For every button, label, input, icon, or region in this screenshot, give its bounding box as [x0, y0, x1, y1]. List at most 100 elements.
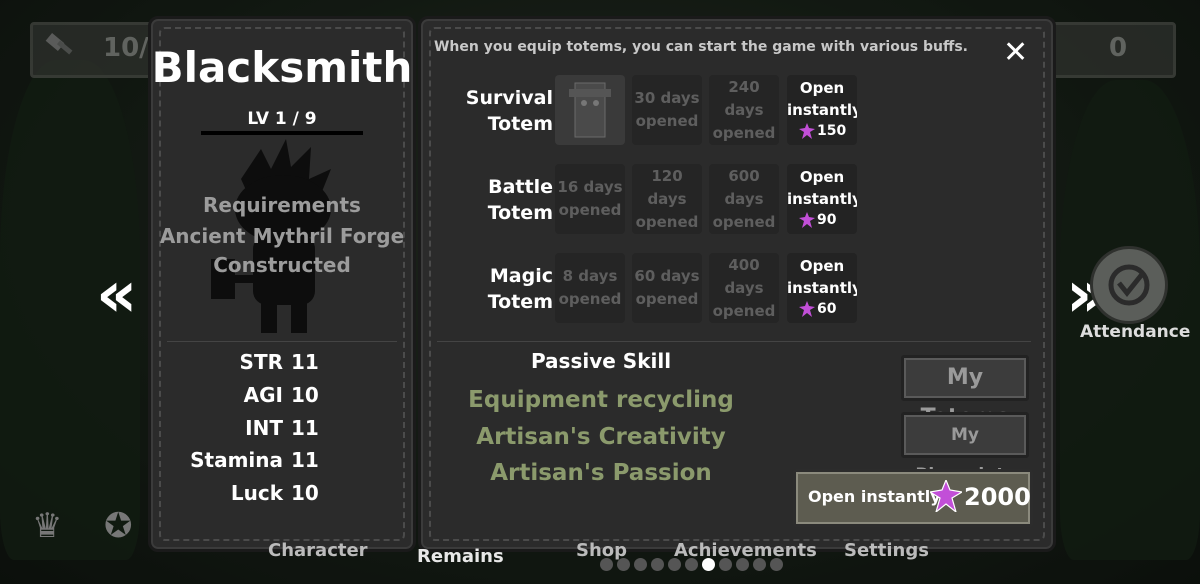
crown-icon[interactable]: ♛: [32, 506, 62, 546]
slot-days: 120 days: [647, 166, 687, 208]
passive-skill-title: Passive Skill: [530, 349, 672, 373]
open-instantly-label: Open instantly: [787, 168, 857, 208]
totem-icon: [569, 82, 611, 138]
slot-days: 600 days: [724, 166, 764, 208]
slot-text: 600 days opened: [709, 164, 779, 234]
totem-name-survival: Survival Totem: [461, 85, 553, 137]
magic-totem-slot-3[interactable]: 400 days opened: [709, 253, 779, 323]
page-dot[interactable]: [702, 558, 715, 571]
slot-text: 400 days opened: [709, 253, 779, 323]
magic-totem-slot-2[interactable]: 60 days opened: [632, 253, 702, 323]
page-dot[interactable]: [736, 558, 749, 571]
totem-description: When you equip totems, you can start the…: [433, 39, 968, 55]
page-indicator: [600, 558, 783, 571]
survival-totem-slot-equipped[interactable]: [555, 75, 625, 145]
page-dot[interactable]: [668, 558, 681, 571]
page-dot[interactable]: [770, 558, 783, 571]
previous-arrow-icon[interactable]: «: [96, 258, 137, 332]
open-instantly-label: Open instantly: [787, 257, 857, 297]
page-dot[interactable]: [685, 558, 698, 571]
slot-text: 240 days opened: [709, 75, 779, 145]
open-price: 60: [799, 301, 836, 317]
totem-panel: When you equip totems, you can start the…: [418, 16, 1056, 552]
totem-name-line2: Totem: [487, 113, 553, 135]
job-info-panel: Blacksmith LV 1 / 9 Requirements Ancient…: [148, 16, 416, 552]
slot-status: opened: [712, 123, 776, 142]
battle-totem-slot-1[interactable]: 16 days opened: [555, 164, 625, 234]
nav-settings[interactable]: Settings: [844, 540, 929, 561]
page-dot[interactable]: [634, 558, 647, 571]
stat-value: 11: [291, 448, 319, 472]
battle-totem-slot-2[interactable]: 120 days opened: [632, 164, 702, 234]
slot-days: 400 days: [724, 255, 764, 297]
totem-name-line1: Survival: [465, 87, 553, 109]
survival-totem-slot-2[interactable]: 30 days opened: [632, 75, 702, 145]
totem-name-battle: Battle Totem: [461, 174, 553, 226]
page-dot[interactable]: [600, 558, 613, 571]
slot-text: 30 days opened: [632, 75, 702, 145]
totem-name-line1: Magic: [489, 265, 553, 287]
stat-value: 10: [291, 383, 319, 407]
gem-icon: [799, 123, 815, 139]
page-dot[interactable]: [651, 558, 664, 571]
badge-icon[interactable]: ✪: [104, 506, 133, 546]
slot-days: 30 days: [634, 89, 700, 107]
survival-open-instantly-button[interactable]: Open instantly 150: [787, 75, 857, 145]
passive-skill-2: Artisan's Creativity: [476, 424, 726, 450]
battle-open-instantly-button[interactable]: Open instantly 90: [787, 164, 857, 234]
open-price-value: 60: [817, 301, 837, 317]
nav-remains[interactable]: Remains: [417, 546, 504, 567]
totem-name-line1: Battle: [488, 176, 553, 198]
passive-skill-1: Equipment recycling: [468, 387, 734, 413]
stat-value: 11: [291, 350, 319, 374]
attendance-check-icon: [1108, 264, 1150, 306]
page-dot[interactable]: [719, 558, 732, 571]
job-level: LV 1 / 9: [201, 109, 363, 135]
slot-days: 16 days: [557, 178, 623, 196]
page-dot[interactable]: [617, 558, 630, 571]
battle-totem-slot-3[interactable]: 600 days opened: [709, 164, 779, 234]
slot-status: opened: [635, 112, 699, 130]
totem-name-magic: Magic Totem: [461, 263, 553, 315]
gem-icon: [930, 480, 962, 512]
open-price: 150: [799, 123, 846, 139]
totem-name-line2: Totem: [487, 202, 553, 224]
open-instantly-label: Open instantly: [787, 79, 857, 119]
slot-status: opened: [635, 290, 699, 308]
stat-value: 11: [291, 416, 319, 440]
stats-divider: [167, 341, 397, 342]
attendance-button[interactable]: [1090, 246, 1168, 324]
slot-status: opened: [712, 212, 776, 231]
requirement-line1: Ancient Mythril Forge: [159, 224, 405, 248]
stat-name: INT: [245, 416, 283, 440]
open-instantly-label: Open instantly: [808, 487, 941, 506]
slot-text: 60 days opened: [632, 253, 702, 323]
magic-open-instantly-button[interactable]: Open instantly 60: [787, 253, 857, 323]
page-dot[interactable]: [753, 558, 766, 571]
close-icon[interactable]: ✕: [1003, 35, 1028, 70]
open-instantly-price: 2000: [964, 483, 1031, 511]
my-blueprints-button[interactable]: My Blueprints: [901, 412, 1029, 485]
open-price: 90: [799, 212, 836, 228]
my-totems-button[interactable]: My Totems: [901, 355, 1029, 430]
requirement-line2: Constructed: [213, 253, 351, 277]
survival-totem-slot-3[interactable]: 240 days opened: [709, 75, 779, 145]
nav-character[interactable]: Character: [268, 540, 368, 561]
slot-text: 8 days opened: [555, 253, 625, 323]
stat-value: 10: [291, 481, 319, 505]
slot-status: opened: [558, 290, 622, 308]
open-instantly-button[interactable]: Open instantly 2000: [793, 469, 1033, 527]
gem-icon: [799, 212, 815, 228]
slot-text: 16 days opened: [555, 164, 625, 234]
section-divider: [437, 341, 1031, 342]
open-price-value: 90: [817, 212, 837, 228]
stat-name: Luck: [230, 481, 283, 505]
stat-name: Stamina: [190, 448, 283, 472]
attendance-label: Attendance: [1080, 322, 1191, 342]
open-price-value: 150: [817, 123, 847, 139]
job-title: Blacksmith: [151, 43, 413, 92]
magic-totem-slot-1[interactable]: 8 days opened: [555, 253, 625, 323]
slot-status: opened: [635, 212, 699, 231]
stat-name: STR: [239, 350, 283, 374]
slot-days: 8 days: [562, 267, 618, 285]
